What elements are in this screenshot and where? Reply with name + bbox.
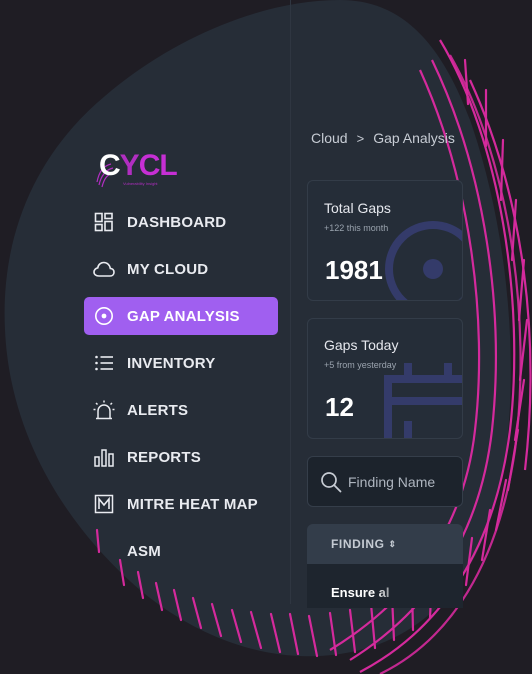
breadcrumb: Cloud > Gap Analysis: [311, 130, 455, 146]
gaps-today-card: Gaps Today +5 from yesterday 12: [307, 318, 463, 439]
target-circle-icon: [385, 221, 462, 300]
target-circle-icon: [92, 304, 116, 328]
logo-letters-cl: CL: [138, 149, 178, 182]
list-icon: [92, 351, 116, 375]
card-title: Gaps Today: [324, 337, 399, 353]
sidebar-item-gap-analysis[interactable]: GAP ANALYSIS: [84, 297, 278, 335]
table-header: FINDING ⇕: [307, 524, 463, 564]
logo-wordmark: CYCL: [99, 148, 178, 184]
sidebar-item-label: REPORTS: [127, 448, 201, 466]
sidebar-item-reports[interactable]: REPORTS: [84, 438, 278, 476]
row-text-fade: [376, 585, 416, 605]
bar-chart-icon: [92, 445, 116, 469]
card-value: 1981: [325, 255, 383, 285]
dashboard-grid-icon: [92, 210, 116, 234]
card-subtitle: +5 from yesterday: [324, 360, 397, 370]
cloud-icon: [92, 257, 116, 281]
sidebar-item-label: DASHBOARD: [127, 213, 227, 231]
alarm-siren-icon: [92, 398, 116, 422]
sidebar-divider: [290, 0, 291, 604]
brand-logo[interactable]: CYCL Vulnerability Insight: [93, 148, 178, 192]
search-input[interactable]: [348, 473, 458, 490]
sidebar-item-label: INVENTORY: [127, 354, 216, 372]
sidebar-item-asm[interactable]: ASM: [84, 532, 278, 570]
sidebar-item-mitre-heat-map[interactable]: MITRE HEAT MAP: [84, 485, 278, 523]
card-title: Total Gaps: [324, 200, 391, 216]
sidebar-item-label: ASM: [127, 542, 161, 560]
search-box: [307, 456, 463, 507]
sidebar-item-label: ALERTS: [127, 401, 189, 419]
logo-tagline: Vulnerability Insight: [123, 181, 158, 186]
card-subtitle: +122 this month: [324, 223, 389, 233]
total-gaps-card: Total Gaps +122 this month 1981: [307, 180, 463, 301]
sidebar: CYCL Vulnerability Insight DASHBOARD MY …: [0, 0, 290, 674]
column-header-finding[interactable]: FINDING ⇕: [331, 537, 397, 551]
sidebar-item-alerts[interactable]: ALERTS: [84, 391, 278, 429]
column-header-label: FINDING: [331, 537, 385, 551]
logo-letter-c: C: [99, 149, 121, 182]
search-icon: [321, 471, 342, 492]
sort-icon: ⇕: [388, 538, 397, 549]
sidebar-item-label: MY CLOUD: [127, 260, 209, 278]
logo-letter-y: Y: [119, 149, 140, 182]
asm-icon: [92, 539, 116, 563]
sidebar-item-my-cloud[interactable]: MY CLOUD: [84, 250, 278, 288]
sidebar-item-label: MITRE HEAT MAP: [127, 495, 258, 513]
breadcrumb-root[interactable]: Cloud: [311, 130, 348, 146]
breadcrumb-separator: >: [356, 130, 365, 146]
mitre-m-icon: [92, 492, 116, 516]
card-value: 12: [325, 392, 354, 422]
sidebar-item-label: GAP ANALYSIS: [127, 307, 240, 325]
sidebar-item-inventory[interactable]: INVENTORY: [84, 344, 278, 382]
sidebar-item-dashboard[interactable]: DASHBOARD: [84, 203, 278, 241]
breadcrumb-current: Gap Analysis: [373, 130, 455, 146]
